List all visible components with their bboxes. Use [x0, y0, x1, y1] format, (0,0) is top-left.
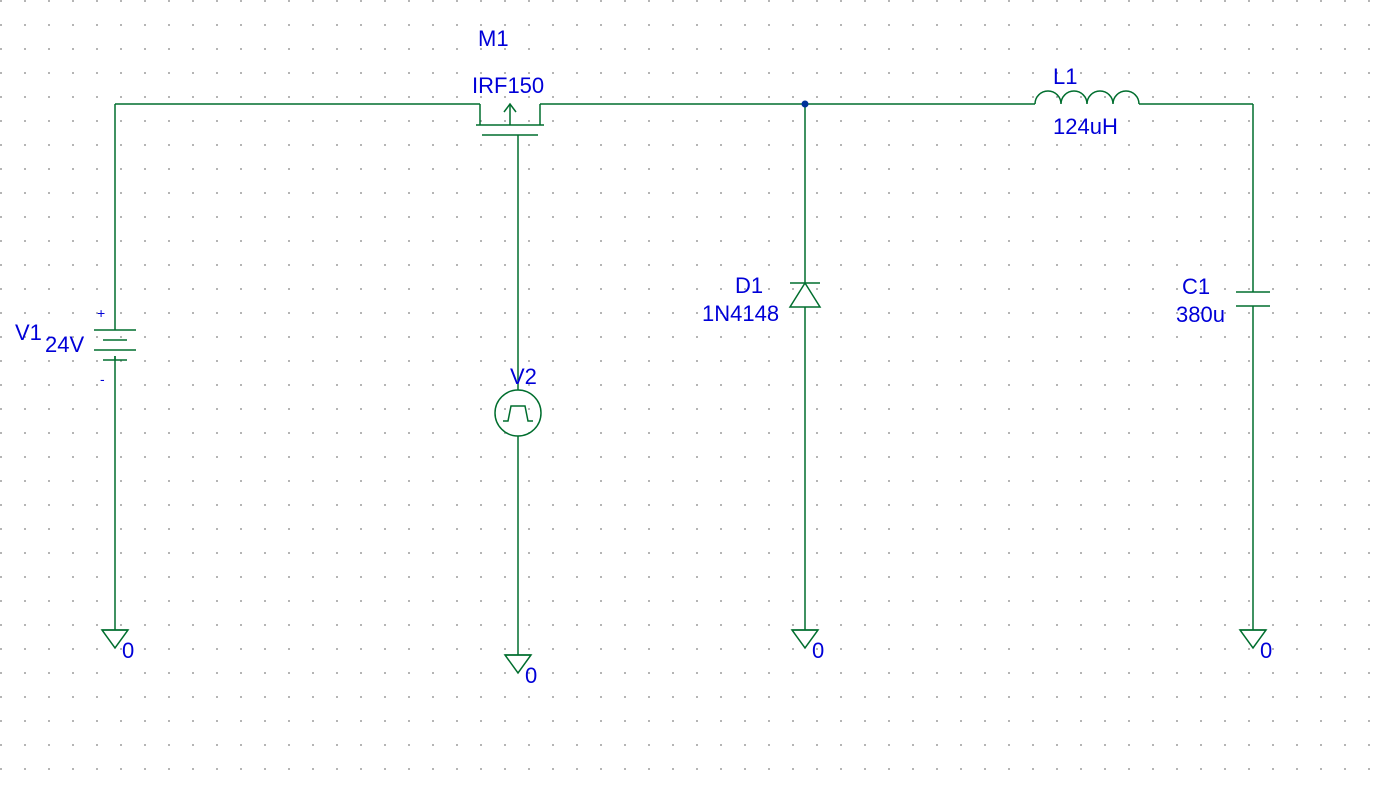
schematic-canvas[interactable]: + - V1 24V M1 IRF150 V2 D1 1N4148 L1 124… [0, 0, 1389, 786]
c1-value: 380u [1176, 302, 1225, 327]
g1-label: 0 [122, 638, 134, 663]
c1-ref: C1 [1182, 274, 1210, 299]
d1-ref: D1 [735, 273, 763, 298]
m1-ref: M1 [478, 26, 509, 51]
node-junction [802, 101, 809, 108]
g3-label: 0 [812, 638, 824, 663]
l1-value: 124uH [1053, 114, 1118, 139]
v1-value: 24V [45, 332, 84, 357]
g4-label: 0 [1260, 638, 1272, 663]
v1-plus: + [97, 305, 105, 321]
v1-minus: - [100, 371, 105, 387]
v1-ref: V1 [15, 320, 42, 345]
g2-label: 0 [525, 663, 537, 688]
l1-ref: L1 [1053, 64, 1077, 89]
v2-ref: V2 [510, 364, 537, 389]
d1-model: 1N4148 [702, 301, 779, 326]
grid-background [0, 0, 1389, 786]
m1-model: IRF150 [472, 73, 544, 98]
